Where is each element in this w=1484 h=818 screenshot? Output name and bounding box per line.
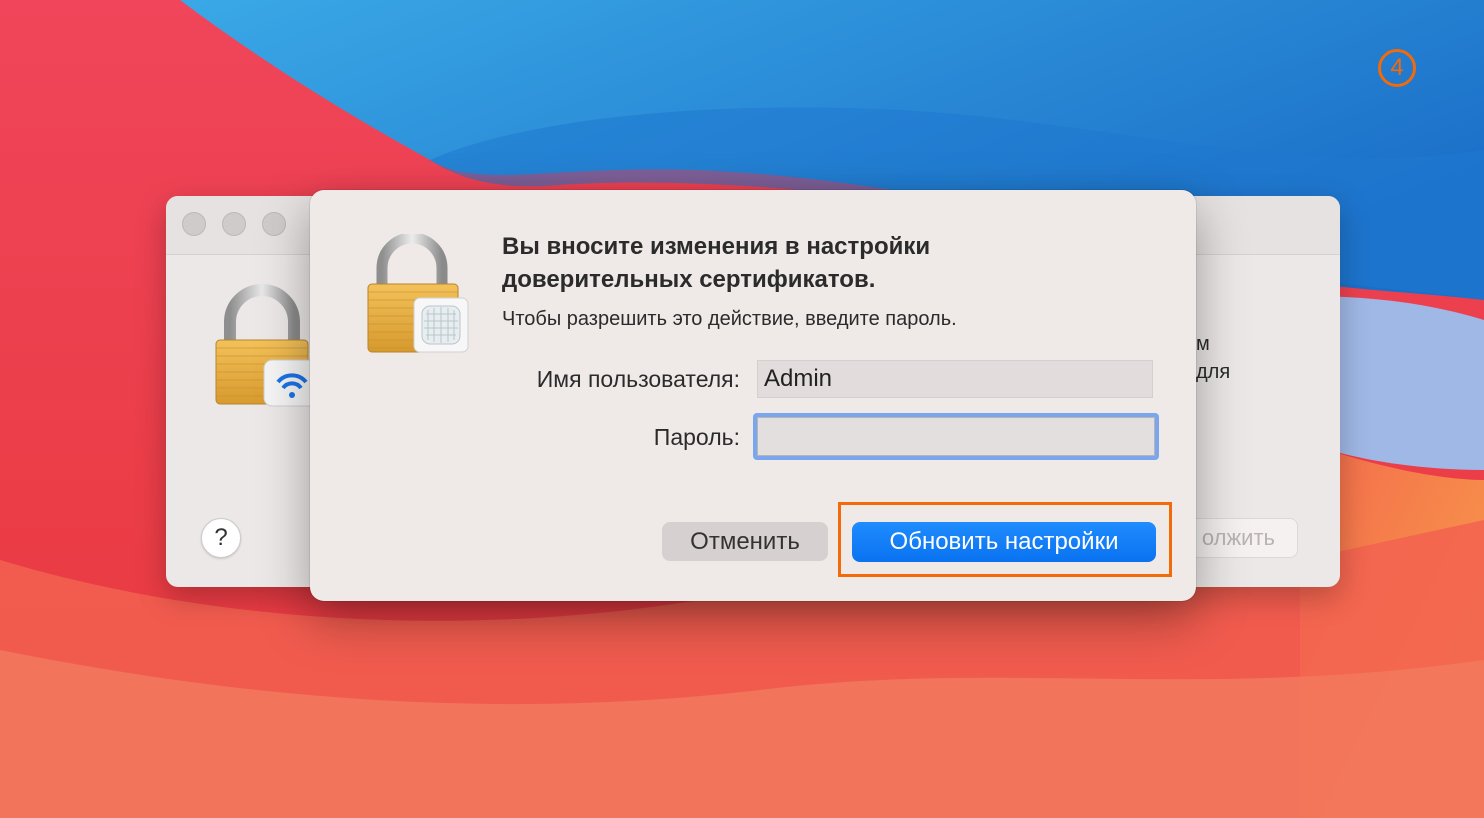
close-window-button[interactable] <box>182 212 206 236</box>
step-number-badge: 4 <box>1378 49 1416 87</box>
password-label: Пароль: <box>653 424 740 450</box>
update-settings-button[interactable]: Обновить настройки <box>852 522 1156 562</box>
help-button[interactable]: ? <box>201 518 241 558</box>
username-field[interactable]: Admin <box>757 360 1153 398</box>
lock-wifi-icon <box>212 284 322 419</box>
authentication-dialog: Вы вносите изменения в настройки доверит… <box>310 190 1196 601</box>
background-window-text: м для <box>1196 330 1230 386</box>
zoom-window-button[interactable] <box>262 212 286 236</box>
minimize-window-button[interactable] <box>222 212 246 236</box>
cancel-button[interactable]: Отменить <box>662 522 828 561</box>
background-text-line: м <box>1196 333 1210 355</box>
dialog-message: Чтобы разрешить это действие, введите па… <box>502 308 957 330</box>
username-label: Имя пользователя: <box>536 366 740 392</box>
dialog-title: Вы вносите изменения в настройки доверит… <box>502 233 931 293</box>
password-field[interactable] <box>753 413 1159 460</box>
lock-certificate-icon <box>366 232 470 359</box>
background-text-line: для <box>1196 361 1231 383</box>
